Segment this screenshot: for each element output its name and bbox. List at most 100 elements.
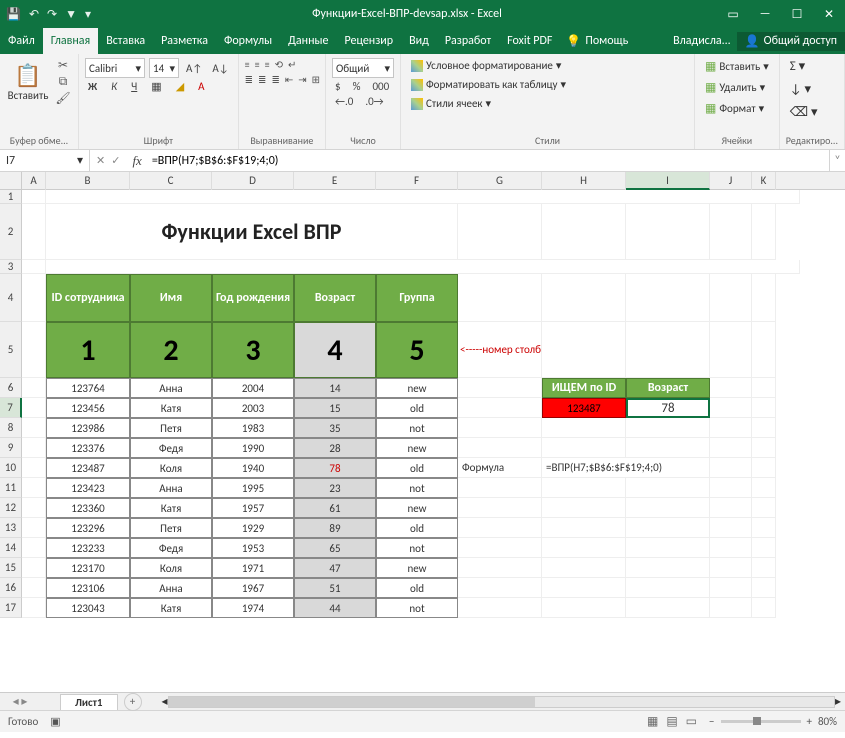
help-search[interactable]: 💡 Помощь xyxy=(560,34,634,49)
col-header[interactable]: I xyxy=(626,172,710,190)
cell[interactable] xyxy=(458,274,542,322)
row-header[interactable]: 1 xyxy=(0,190,22,204)
data-cell[interactable]: 61 xyxy=(294,498,376,518)
undo-icon[interactable]: ↶ xyxy=(29,7,39,22)
page-break-view-icon[interactable]: ▭ xyxy=(686,714,697,729)
number-format-select[interactable]: Общий▾ xyxy=(332,58,394,78)
table-header[interactable]: Имя xyxy=(130,274,212,322)
data-cell[interactable]: 123487 xyxy=(46,458,130,478)
col-number[interactable]: 2 xyxy=(130,322,212,378)
data-cell[interactable]: Анна xyxy=(130,578,212,598)
insert-cells-button[interactable]: Вставить ▾ xyxy=(701,58,773,75)
decrease-font-icon[interactable]: A↓ xyxy=(209,62,231,75)
data-cell[interactable]: 1971 xyxy=(212,558,294,578)
tab-insert[interactable]: Вставка xyxy=(98,28,153,54)
cell[interactable] xyxy=(458,378,542,398)
data-cell[interactable]: new xyxy=(376,498,458,518)
data-cell[interactable]: 51 xyxy=(294,578,376,598)
macro-record-icon[interactable]: ▣ xyxy=(50,715,60,728)
cell[interactable] xyxy=(458,518,542,538)
tab-developer[interactable]: Разработ xyxy=(437,28,499,54)
cell[interactable] xyxy=(542,322,626,378)
cell[interactable] xyxy=(752,538,776,558)
data-cell[interactable]: Федя xyxy=(130,438,212,458)
zoom-in-icon[interactable]: + xyxy=(807,715,812,728)
cell[interactable] xyxy=(752,378,776,398)
merge-icon[interactable]: ⊞ xyxy=(312,73,319,86)
col-header[interactable]: D xyxy=(212,172,294,190)
cell[interactable] xyxy=(22,598,46,618)
data-cell[interactable]: new xyxy=(376,378,458,398)
row-header[interactable]: 9 xyxy=(0,438,22,458)
cell[interactable] xyxy=(710,418,752,438)
add-sheet-button[interactable]: + xyxy=(124,693,142,711)
cell[interactable] xyxy=(710,438,752,458)
lookup-header-id[interactable]: ИЩЕМ по ID xyxy=(542,378,626,398)
data-cell[interactable]: 78 xyxy=(294,458,376,478)
row-header[interactable]: 5 xyxy=(0,322,22,378)
maximize-icon[interactable]: ☐ xyxy=(787,7,807,22)
format-as-table-button[interactable]: Форматировать как таблицу ▾ xyxy=(407,77,688,92)
fx-icon[interactable]: fx xyxy=(126,153,147,169)
comma-icon[interactable]: 000 xyxy=(369,80,392,93)
share-button[interactable]: 👤 Общий доступ xyxy=(737,32,845,51)
expand-formula-bar-icon[interactable]: ˅ xyxy=(829,150,845,171)
bold-button[interactable]: Ж xyxy=(85,80,100,93)
cell[interactable] xyxy=(626,518,710,538)
cell[interactable] xyxy=(752,204,776,260)
data-cell[interactable]: 65 xyxy=(294,538,376,558)
align-middle-icon[interactable]: ≡ xyxy=(255,58,259,71)
formula-label-cell[interactable]: Формула xyxy=(458,458,542,478)
filter-icon[interactable]: ▼ xyxy=(65,7,77,22)
cell[interactable] xyxy=(626,578,710,598)
data-cell[interactable]: Коля xyxy=(130,558,212,578)
data-cell[interactable]: 23 xyxy=(294,478,376,498)
col-header[interactable]: E xyxy=(294,172,376,190)
autosum-icon[interactable]: Σ ▾ xyxy=(786,58,838,75)
cell[interactable] xyxy=(542,518,626,538)
cell[interactable] xyxy=(542,538,626,558)
cell[interactable] xyxy=(22,204,46,260)
cell[interactable] xyxy=(752,558,776,578)
fill-color-button[interactable]: ◢ xyxy=(173,80,187,93)
cell[interactable] xyxy=(22,190,46,204)
ribbon-options-icon[interactable]: ▭ xyxy=(723,7,743,22)
cell[interactable] xyxy=(22,322,46,378)
cell[interactable] xyxy=(22,438,46,458)
cell[interactable] xyxy=(22,578,46,598)
underline-button[interactable]: Ч xyxy=(128,80,140,93)
lookup-result-cell[interactable]: 78 xyxy=(626,398,710,418)
currency-icon[interactable]: $ xyxy=(332,80,344,93)
format-cells-button[interactable]: Формат ▾ xyxy=(701,100,773,117)
data-cell[interactable]: 123360 xyxy=(46,498,130,518)
align-top-icon[interactable]: ≡ xyxy=(245,58,249,71)
cell[interactable] xyxy=(46,190,800,204)
cell[interactable] xyxy=(22,538,46,558)
increase-indent-icon[interactable]: ⇥ xyxy=(298,73,305,86)
cell[interactable] xyxy=(542,598,626,618)
data-cell[interactable]: 1995 xyxy=(212,478,294,498)
data-cell[interactable]: 35 xyxy=(294,418,376,438)
data-cell[interactable]: 123764 xyxy=(46,378,130,398)
col-header[interactable]: A xyxy=(22,172,46,190)
col-header[interactable]: J xyxy=(710,172,752,190)
minimize-icon[interactable]: — xyxy=(755,7,775,22)
col-number[interactable]: 5 xyxy=(376,322,458,378)
data-cell[interactable]: not xyxy=(376,598,458,618)
table-header[interactable]: ID сотрудника xyxy=(46,274,130,322)
data-cell[interactable]: old xyxy=(376,578,458,598)
delete-cells-button[interactable]: Удалить ▾ xyxy=(701,79,773,96)
cell[interactable] xyxy=(710,274,752,322)
cell[interactable] xyxy=(752,322,776,378)
close-icon[interactable]: ✕ xyxy=(819,7,839,22)
cell[interactable] xyxy=(710,578,752,598)
cell[interactable] xyxy=(710,458,752,478)
scroll-right-icon[interactable]: ▸ xyxy=(835,694,841,709)
data-cell[interactable]: not xyxy=(376,418,458,438)
cell[interactable] xyxy=(542,578,626,598)
sheet-title[interactable]: Функции Excel ВПР xyxy=(46,204,458,260)
user-name[interactable]: Владисла... xyxy=(667,34,737,48)
row-header[interactable]: 7 xyxy=(0,398,22,418)
cell[interactable] xyxy=(22,260,46,274)
cell[interactable] xyxy=(710,498,752,518)
